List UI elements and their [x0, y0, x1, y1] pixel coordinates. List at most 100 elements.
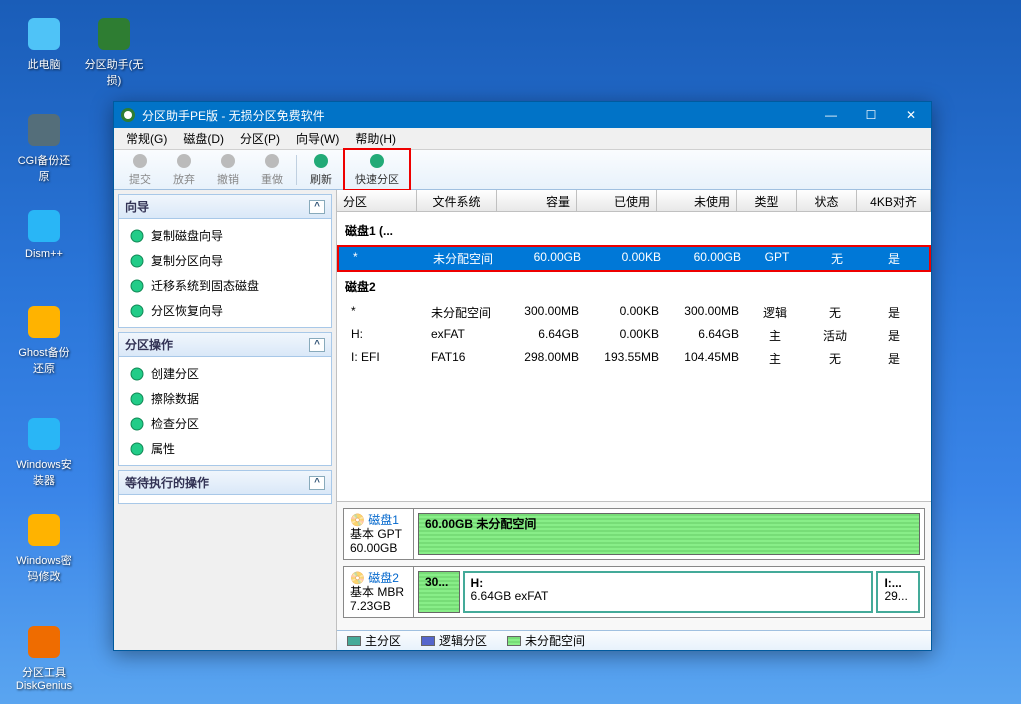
column-header[interactable]: 分区 [337, 190, 417, 211]
desktop-icon[interactable]: 此电脑 [14, 14, 74, 72]
cell: GPT [747, 250, 807, 267]
menu-item[interactable]: 分区(P) [232, 127, 288, 150]
left-pane: 向导 ^ 复制磁盘向导复制分区向导迁移系统到固态磁盘分区恢复向导分区操作^ 创建分区擦… [114, 190, 336, 650]
cell: 无 [807, 250, 867, 267]
desktop-icon[interactable]: Windows安装器 [14, 414, 74, 488]
cell: 是 [865, 304, 923, 321]
app-icon [24, 622, 64, 662]
wizard-item[interactable]: 分区恢复向导 [123, 298, 327, 323]
grid-body: 磁盘1 (...*未分配空间60.00GB0.00KB60.00GBGPT无是磁… [337, 212, 931, 501]
partition-block[interactable]: H:6.64GB exFAT [463, 571, 874, 613]
cell: 300.00MB [665, 304, 745, 321]
wizard-icon [129, 303, 145, 319]
wizard-icon [129, 278, 145, 294]
toolbar-icon [312, 152, 330, 170]
collapse-icon[interactable]: ^ [309, 338, 325, 352]
app-icon [24, 510, 64, 550]
cell: FAT16 [425, 350, 505, 367]
cell: 是 [865, 350, 923, 367]
wizard-icon [129, 228, 145, 244]
wizard-item[interactable]: 检查分区 [123, 411, 327, 436]
legend-item: 主分区 [347, 632, 401, 649]
wizard-icon [129, 391, 145, 407]
column-header[interactable]: 已使用 [577, 190, 657, 211]
icon-label: Windows密码修改 [14, 552, 74, 584]
titlebar: 分区助手PE版 - 无损分区免费软件 — ☐ ✕ [114, 102, 931, 128]
partition-block[interactable]: I:...29... [876, 571, 920, 613]
column-header[interactable]: 未使用 [657, 190, 737, 211]
app-icon [94, 14, 134, 54]
desktop-icon[interactable]: Windows密码修改 [14, 510, 74, 584]
panel-title: 向导 [125, 198, 149, 215]
cell: 活动 [805, 327, 865, 344]
wizard-icon [129, 366, 145, 382]
menu-item[interactable]: 帮助(H) [347, 127, 404, 150]
minimize-button[interactable]: — [811, 102, 851, 128]
partition-row[interactable]: *未分配空间300.00MB0.00KB300.00MB逻辑无是 [345, 301, 923, 324]
toolbar-icon [219, 152, 237, 170]
partition-row[interactable]: *未分配空间60.00GB0.00KB60.00GBGPT无是 [337, 245, 931, 272]
app-icon [24, 14, 64, 54]
collapse-icon[interactable]: ^ [309, 476, 325, 490]
column-header[interactable]: 容量 [497, 190, 577, 211]
icon-label: 此电脑 [14, 56, 74, 72]
cell: 0.00KB [585, 304, 665, 321]
toolbar-button-刷新[interactable]: 刷新 [299, 150, 343, 189]
column-header[interactable]: 文件系统 [417, 190, 497, 211]
partition-block[interactable]: 30... [418, 571, 460, 613]
wizard-label: 迁移系统到固态磁盘 [151, 277, 259, 294]
maximize-button[interactable]: ☐ [851, 102, 891, 128]
right-pane: 分区文件系统容量已使用未使用类型状态4KB对齐 磁盘1 (...*未分配空间60… [336, 190, 931, 650]
desktop-icon[interactable]: Ghost备份还原 [14, 302, 74, 376]
toolbar-button-快速分区[interactable]: 快速分区 [343, 148, 411, 191]
legend-item: 未分配空间 [507, 632, 585, 649]
wizard-label: 分区恢复向导 [151, 302, 223, 319]
toolbar-button-放弃: 放弃 [162, 150, 206, 189]
icon-label: CGI备份还原 [14, 152, 74, 184]
wizard-item[interactable]: 擦除数据 [123, 386, 327, 411]
panel-header[interactable]: 等待执行的操作^ [119, 471, 331, 495]
menu-item[interactable]: 磁盘(D) [175, 127, 232, 150]
desktop-icon[interactable]: 分区助手(无损) [84, 14, 144, 88]
wizard-item[interactable]: 属性 [123, 436, 327, 461]
cell: 未分配空间 [425, 304, 505, 321]
partition-block[interactable]: 60.00GB 未分配空间 [418, 513, 920, 555]
app-icon [24, 206, 64, 246]
menu-item[interactable]: 常规(G) [118, 127, 175, 150]
app-window: 分区助手PE版 - 无损分区免费软件 — ☐ ✕ 常规(G)磁盘(D)分区(P)… [113, 101, 932, 651]
toolbar: 提交放弃撤销重做刷新快速分区 [114, 150, 931, 190]
toolbar-icon [368, 152, 386, 170]
icon-label: 分区助手(无损) [84, 56, 144, 88]
disk-map: 📀 磁盘1基本 GPT60.00GB60.00GB 未分配空间📀 磁盘2基本 M… [337, 501, 931, 630]
wizard-item[interactable]: 复制分区向导 [123, 248, 327, 273]
panel: 分区操作^ 创建分区擦除数据检查分区属性 [118, 332, 332, 466]
cell: 无 [805, 350, 865, 367]
partition-row[interactable]: I: EFIFAT16298.00MB193.55MB104.45MB主无是 [345, 347, 923, 370]
partition-row[interactable]: H:exFAT6.64GB0.00KB6.64GB主活动是 [345, 324, 923, 347]
wizard-item[interactable]: 创建分区 [123, 361, 327, 386]
panel-header[interactable]: 向导 ^ [119, 195, 331, 219]
desktop-icon[interactable]: Dism++ [14, 206, 74, 260]
desktop-icon[interactable]: 分区工具DiskGenius [14, 622, 74, 692]
close-button[interactable]: ✕ [891, 102, 931, 128]
legend-item: 逻辑分区 [421, 632, 487, 649]
disk-info: 📀 磁盘2基本 MBR7.23GB [344, 567, 414, 617]
column-header[interactable]: 4KB对齐 [857, 190, 931, 211]
cell: 0.00KB [587, 250, 667, 267]
cell: * [345, 304, 425, 321]
collapse-icon[interactable]: ^ [309, 200, 325, 214]
menu-item[interactable]: 向导(W) [288, 127, 347, 150]
wizard-label: 属性 [151, 440, 175, 457]
cell: H: [345, 327, 425, 344]
app-icon [24, 110, 64, 150]
grid-header: 分区文件系统容量已使用未使用类型状态4KB对齐 [337, 190, 931, 212]
desktop-icon[interactable]: CGI备份还原 [14, 110, 74, 184]
wizard-icon [129, 253, 145, 269]
column-header[interactable]: 类型 [737, 190, 797, 211]
panel-header[interactable]: 分区操作^ [119, 333, 331, 357]
wizard-item[interactable]: 迁移系统到固态磁盘 [123, 273, 327, 298]
toolbar-button-提交: 提交 [118, 150, 162, 189]
wizard-item[interactable]: 复制磁盘向导 [123, 223, 327, 248]
column-header[interactable]: 状态 [797, 190, 857, 211]
disk-name: 📀 磁盘1 [350, 513, 407, 527]
